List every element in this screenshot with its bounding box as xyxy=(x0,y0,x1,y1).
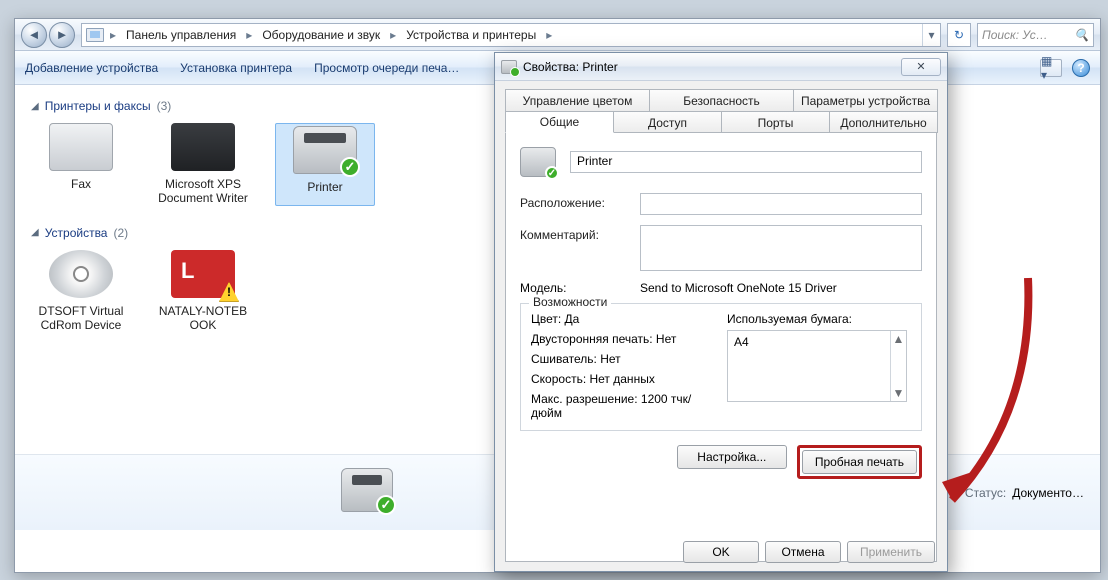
breadcrumb[interactable]: ▸ Панель управления ▸ Оборудование и зву… xyxy=(81,23,941,47)
nav-bar: ◄ ► ▸ Панель управления ▸ Оборудование и… xyxy=(15,19,1100,51)
cap-color: Цвет: Да xyxy=(531,312,713,326)
cap-speed: Скорость: Нет данных xyxy=(531,372,713,386)
view-options-button[interactable]: ▦ ▾ xyxy=(1040,59,1062,77)
device-label: CdRom Device xyxy=(31,318,131,332)
device-label: DTSOFT Virtual xyxy=(31,304,131,318)
test-page-highlight: Пробная печать xyxy=(797,445,922,479)
paper-listbox[interactable]: A4 ▲▼ xyxy=(727,330,907,402)
device-label: Fax xyxy=(31,177,131,191)
warning-icon: ! xyxy=(219,282,239,302)
apply-button[interactable]: Применить xyxy=(847,541,935,563)
tab-general[interactable]: Общие xyxy=(505,111,614,133)
device-item-xps[interactable]: Microsoft XPS Document Writer xyxy=(153,123,253,206)
tab-device-settings[interactable]: Параметры устройства xyxy=(793,89,938,111)
model-label: Модель: xyxy=(520,281,630,295)
test-page-button[interactable]: Пробная печать xyxy=(802,450,917,474)
tab-advanced[interactable]: Дополнительно xyxy=(829,111,938,133)
collapse-icon: ◢ xyxy=(31,101,39,112)
help-button[interactable]: ? xyxy=(1072,59,1090,77)
details-status-key: Статус: xyxy=(954,486,1006,500)
cmd-add-printer[interactable]: Установка принтера xyxy=(180,61,292,75)
cap-staple: Сшиватель: Нет xyxy=(531,352,713,366)
chevron-right-icon: ▸ xyxy=(106,28,120,42)
ok-button[interactable]: OK xyxy=(683,541,759,563)
breadcrumb-seg-devices[interactable]: Устройства и принтеры xyxy=(402,26,540,44)
breadcrumb-seg-control[interactable]: Панель управления xyxy=(122,26,240,44)
comment-input[interactable] xyxy=(640,225,922,271)
breadcrumb-dropdown[interactable]: ▾ xyxy=(922,24,940,46)
properties-dialog: Свойства: Printer ✕ Управление цветом Бе… xyxy=(494,52,948,572)
breadcrumb-seg-hardware[interactable]: Оборудование и звук xyxy=(258,26,384,44)
dialog-title: Свойства: Printer xyxy=(523,60,618,74)
tab-panel-general: ✓ Printer Расположение: Комментарий: Мод… xyxy=(505,132,937,562)
comment-label: Комментарий: xyxy=(520,225,630,271)
printer-icon xyxy=(501,60,517,74)
laptop-icon: ! xyxy=(171,250,235,298)
refresh-button[interactable]: ↻ xyxy=(947,23,971,47)
model-value: Send to Microsoft OneNote 15 Driver xyxy=(640,281,837,295)
device-label: Printer xyxy=(278,180,372,194)
tabs-row-top: Управление цветом Безопасность Параметры… xyxy=(505,89,937,111)
tab-color-management[interactable]: Управление цветом xyxy=(505,89,650,111)
device-label: OOK xyxy=(153,318,253,332)
chevron-right-icon: ▸ xyxy=(542,28,556,42)
scrollbar[interactable]: ▲▼ xyxy=(890,331,906,401)
chevron-right-icon: ▸ xyxy=(242,28,256,42)
printer-icon: ✓ xyxy=(341,468,393,512)
capabilities-legend: Возможности xyxy=(529,295,611,309)
cancel-button[interactable]: Отмена xyxy=(765,541,841,563)
chevron-right-icon: ▸ xyxy=(386,28,400,42)
settings-button[interactable]: Настройка... xyxy=(677,445,787,469)
cmd-add-device[interactable]: Добавление устройства xyxy=(25,61,158,75)
printer-icon: ✓ xyxy=(520,147,556,177)
device-item-printer-selected[interactable]: ✓ Printer xyxy=(275,123,375,206)
printer-name-input[interactable]: Printer xyxy=(570,151,922,173)
nav-back-button[interactable]: ◄ xyxy=(21,22,47,48)
search-icon: 🔍 xyxy=(1074,28,1089,42)
paper-value: A4 xyxy=(734,335,749,349)
capabilities-group: Возможности Цвет: Да Двусторонняя печать… xyxy=(520,303,922,431)
device-label: Document Writer xyxy=(153,191,253,205)
collapse-icon: ◢ xyxy=(31,227,39,238)
cap-duplex: Двусторонняя печать: Нет xyxy=(531,332,713,346)
cap-maxres: Макс. разрешение: 1200 тчк/дюйм xyxy=(531,392,713,420)
disc-icon xyxy=(49,250,113,298)
tab-security[interactable]: Безопасность xyxy=(649,89,794,111)
group-printers-count: (3) xyxy=(157,99,172,113)
tabs-row-bottom: Общие Доступ Порты Дополнительно xyxy=(505,111,937,133)
device-item-cdrom[interactable]: DTSOFT Virtual CdRom Device xyxy=(31,250,131,333)
fax-icon xyxy=(49,123,113,171)
device-item-fax[interactable]: Fax xyxy=(31,123,131,206)
group-printers-title: Принтеры и факсы xyxy=(45,99,151,113)
tab-ports[interactable]: Порты xyxy=(721,111,830,133)
tab-sharing[interactable]: Доступ xyxy=(613,111,722,133)
nav-forward-button[interactable]: ► xyxy=(49,22,75,48)
device-item-laptop[interactable]: ! NATALY-NOTEB OOK xyxy=(153,250,253,333)
printer-icon xyxy=(171,123,235,171)
search-placeholder: Поиск: Ус… xyxy=(982,28,1048,42)
location-label: Расположение: xyxy=(520,193,630,215)
default-check-icon: ✓ xyxy=(545,166,559,180)
location-input[interactable] xyxy=(640,193,922,215)
close-button[interactable]: ✕ xyxy=(901,58,941,76)
details-status-val: Документо… xyxy=(1012,486,1084,500)
device-label: NATALY-NOTEB xyxy=(153,304,253,318)
dialog-titlebar[interactable]: Свойства: Printer ✕ xyxy=(495,53,947,81)
group-devices-count: (2) xyxy=(113,226,128,240)
computer-icon xyxy=(86,28,104,42)
printer-icon: ✓ xyxy=(293,126,357,174)
default-check-icon: ✓ xyxy=(340,157,360,177)
group-devices-title: Устройства xyxy=(45,226,108,240)
search-input[interactable]: Поиск: Ус… 🔍 xyxy=(977,23,1094,47)
paper-label: Используемая бумага: xyxy=(727,312,911,326)
device-label: Microsoft XPS xyxy=(153,177,253,191)
cmd-view-queue[interactable]: Просмотр очереди печа… xyxy=(314,61,459,75)
default-check-icon: ✓ xyxy=(376,495,396,515)
